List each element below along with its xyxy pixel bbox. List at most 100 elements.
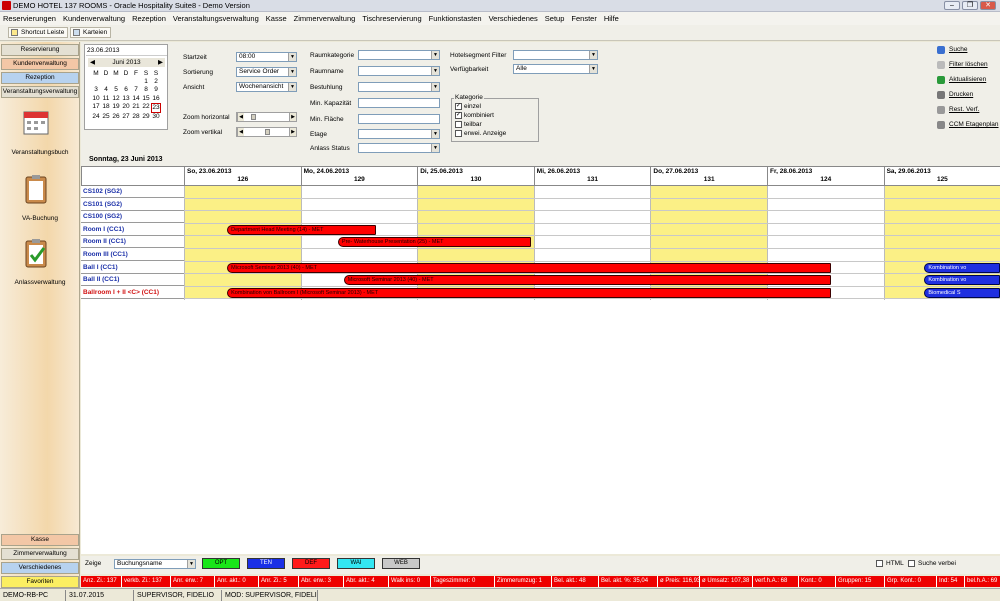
calendar-day[interactable]: 12 [111,95,121,103]
zoom-vertikal-slider[interactable]: ◀ ▶ [236,127,297,137]
booking-bar[interactable]: Microsoft Seminar 2013 (40) - MET [343,275,832,286]
arrow-right-icon[interactable]: ▶ [289,113,296,121]
action-suche[interactable]: Suche [937,46,967,54]
nav-zimmerverwaltung[interactable]: Zimmerverwaltung [1,548,79,560]
calendar-day[interactable]: 6 [121,86,131,94]
min-flaeche-input[interactable] [358,114,440,124]
sortierung-select[interactable]: Service Order ▼ [236,67,297,77]
booking-bar[interactable]: Microsoft Seminar 2013 (40) - MET [227,262,832,273]
calendar-day[interactable]: 24 [91,113,101,121]
clipboard-icon[interactable] [22,174,50,204]
calendar-day[interactable]: 30 [151,113,161,121]
calendar-day[interactable]: 26 [111,113,121,121]
nav-verschiedenes[interactable]: Verschiedenes [1,562,79,574]
menu-item-9[interactable]: Setup [545,14,565,23]
room-row-label[interactable]: Ballroom I + II <C> (CC1) [81,286,184,299]
nav-favoriten[interactable]: Favoriten [1,576,79,588]
calendar-day[interactable]: 22 [141,103,151,113]
legend-web-button[interactable]: WEB [382,558,420,569]
booking-bar[interactable]: Kombination vo [924,275,1000,286]
calendar-day[interactable]: 10 [91,95,101,103]
slider-thumb[interactable] [265,129,270,135]
next-month-icon[interactable]: ▶ [158,58,163,67]
nav-va-buchung[interactable]: VA-Buchung [0,215,80,222]
room-row-label[interactable]: CS102 (SG2) [81,186,184,198]
raumkategorie-select[interactable]: ▼ [358,50,440,60]
room-row-label[interactable]: Ball I (CC1) [81,261,184,274]
calendar-day[interactable]: 23 [151,102,161,114]
raumname-select[interactable]: ▼ [358,66,440,76]
nav-kundenverwaltung[interactable]: Kundenverwaltung [1,58,79,70]
calendar-day[interactable]: 18 [101,103,111,113]
day-header[interactable]: Do, 27.06.2013 131 [650,167,767,186]
calendar-day[interactable]: 13 [121,95,131,103]
calendar-day[interactable]: 15 [141,95,151,103]
close-button[interactable]: ✕ [980,1,996,10]
kategorie-teilbar-checkbox[interactable] [455,121,462,128]
calendar-day[interactable]: 7 [131,86,141,94]
date-picker[interactable]: 23.06.2013 ◀ Juni 2013 ▶ MDMDFSS12345678… [84,44,168,130]
startzeit-select[interactable]: 08:00 ▼ [236,52,297,62]
day-header[interactable]: Mo, 24.06.2013 129 [300,167,418,186]
legend-def-button[interactable]: DEF [292,558,330,569]
legend-ten-button[interactable]: TEN [247,558,285,569]
legend-wai-button[interactable]: WAI [337,558,375,569]
arrow-left-icon[interactable]: ◀ [237,128,244,136]
action-rest--verf-[interactable]: Rest. Verf. [937,106,979,114]
booking-bar[interactable]: Department Head Meeting (14) - MET [227,224,377,235]
room-row-label[interactable]: Room III (CC1) [81,249,184,261]
calendar-day[interactable]: 21 [131,103,141,113]
action-filter-l-schen[interactable]: Filter löschen [937,61,988,69]
booking-bar[interactable]: Biomedical S [924,287,1000,298]
calendar-day[interactable]: 20 [121,103,131,113]
calendar-book-icon[interactable] [22,108,50,138]
day-header[interactable]: Sa, 29.06.2013 125 [883,167,1000,186]
etage-select[interactable]: ▼ [358,129,440,139]
shortcut-bar-button[interactable]: Shortcut Leiste [8,27,69,38]
nav-rezeption[interactable]: Rezeption [1,72,79,84]
day-header[interactable]: Mi, 26.06.2013 131 [533,167,651,186]
date-input[interactable]: 23.06.2013 [86,46,167,56]
html-checkbox[interactable] [876,560,883,567]
room-row-label[interactable]: Ball II (CC1) [81,274,184,287]
room-row-label[interactable]: Room I (CC1) [81,223,184,236]
zoom-horizontal-slider[interactable]: ◀ ▶ [236,112,297,122]
menu-item-10[interactable]: Fenster [571,14,596,23]
booking-bar[interactable]: Kombination von Ballroom I (Microsoft Se… [227,287,832,298]
calendar-day[interactable]: 25 [101,113,111,121]
clipboard-check-icon[interactable] [22,238,50,268]
minimize-button[interactable]: – [944,1,960,10]
calendar-day[interactable]: 11 [101,95,111,103]
nav-veranstaltungsverwaltung[interactable]: Veranstaltungsverwaltung [1,86,79,98]
ansicht-select[interactable]: Wochenansicht ▼ [236,82,297,92]
calendar-day[interactable]: 4 [101,86,111,94]
booking-bar[interactable]: Pre- Waterhouse Presentation (25) - MET [337,237,532,248]
booking-bar[interactable]: Kombination vo [924,262,1000,273]
nav-kasse[interactable]: Kasse [1,534,79,546]
nav-veranstaltungsbuch[interactable]: Veranstaltungsbuch [0,149,80,156]
kategorie-kombiniert-checkbox[interactable]: ✓ [455,112,462,119]
calendar-day[interactable]: 28 [131,113,141,121]
karteien-button[interactable]: Karteien [70,27,112,38]
day-header[interactable]: So, 23.06.2013 126 [184,167,301,186]
arrow-right-icon[interactable]: ▶ [289,128,296,136]
room-row-label[interactable]: Room II (CC1) [81,236,184,249]
legend-opt-button[interactable]: OPT [202,558,240,569]
menu-item-7[interactable]: Funktionstasten [429,14,482,23]
suche-verbei-checkbox[interactable] [908,560,915,567]
min-kapazitaet-input[interactable] [358,98,440,108]
prev-month-icon[interactable]: ◀ [90,58,95,67]
nav-anlassverwaltung[interactable]: Anlassverwaltung [0,279,80,286]
calendar-day[interactable]: 3 [91,86,101,94]
calendar-day[interactable]: 16 [151,95,161,103]
menu-item-4[interactable]: Kasse [266,14,287,23]
calendar-day[interactable]: 27 [121,113,131,121]
action-ccm-etagenplan[interactable]: CCM Etagenplan [937,121,999,129]
arrow-left-icon[interactable]: ◀ [237,113,244,121]
calendar-day[interactable]: 17 [91,103,101,113]
slider-thumb[interactable] [251,114,256,120]
menu-item-5[interactable]: Zimmerverwaltung [294,14,356,23]
calendar-day[interactable]: 1 [141,78,151,86]
menu-item-2[interactable]: Rezeption [132,14,166,23]
calendar-day[interactable]: 2 [151,78,161,86]
